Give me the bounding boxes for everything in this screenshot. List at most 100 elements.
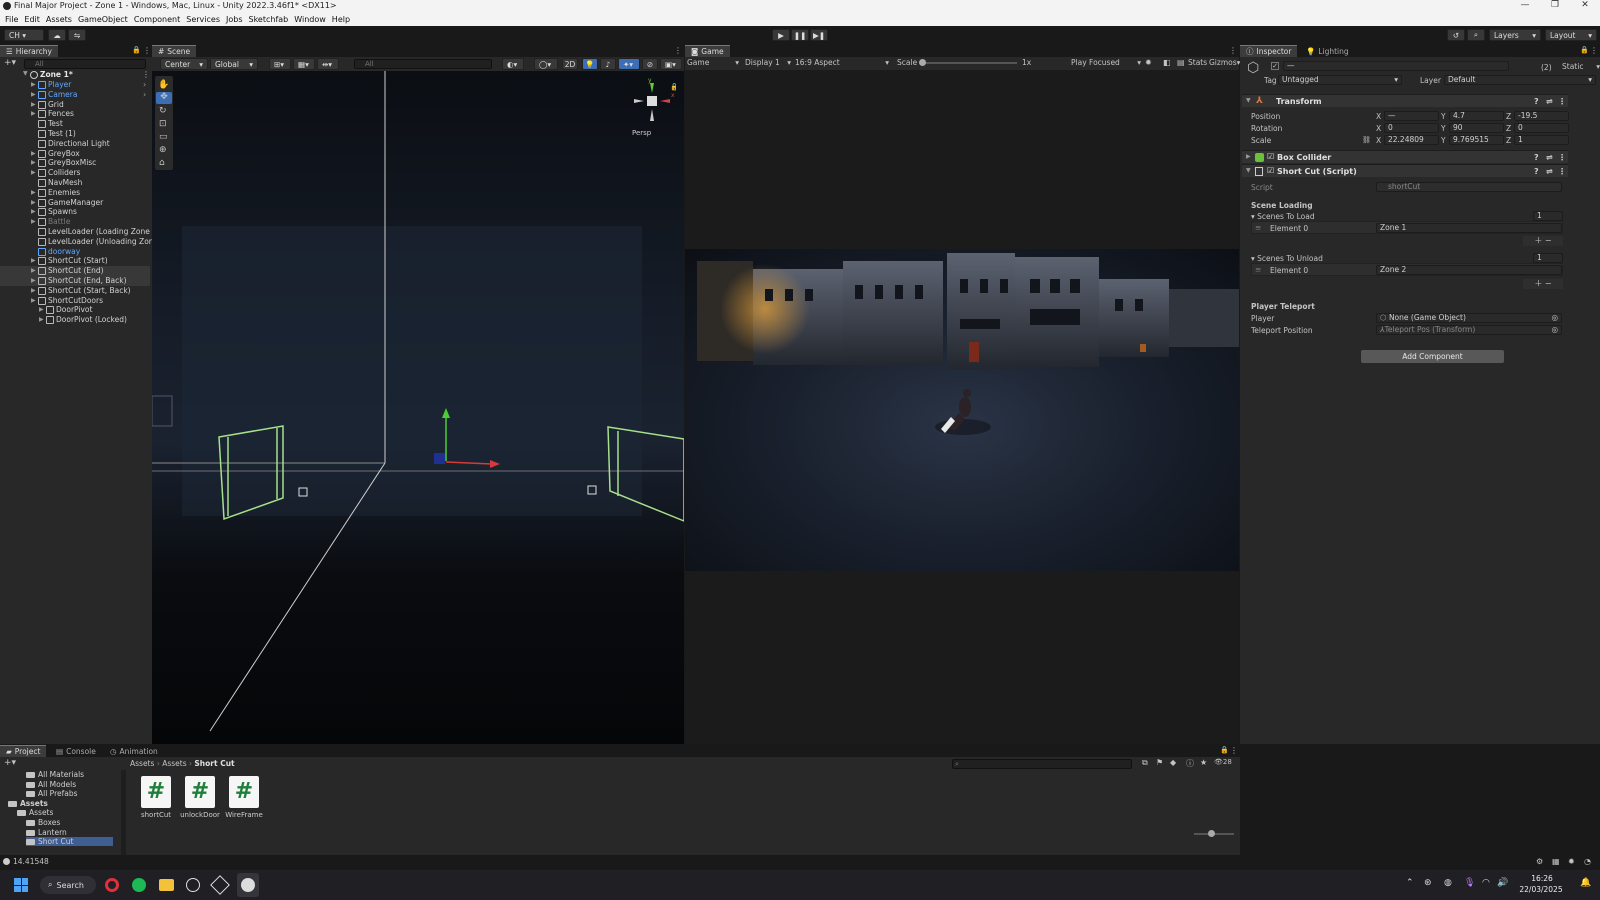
axis-label-y[interactable]: Y xyxy=(1441,136,1446,145)
game-kebab-icon[interactable]: ⋮ xyxy=(1229,46,1237,55)
expand-arrow-icon[interactable]: ▶ xyxy=(31,100,36,110)
script-asset-shortcut[interactable]: # xyxy=(141,776,171,808)
layout-dropdown[interactable]: Layout ▾ xyxy=(1545,29,1597,41)
player-object-field[interactable]: ⬡ None (Game Object) ◎ xyxy=(1376,313,1562,323)
menu-file[interactable]: File xyxy=(5,15,18,24)
lock-icon[interactable]: 🔒 xyxy=(132,46,141,54)
move-tool-icon[interactable]: ✥ xyxy=(156,92,172,104)
remove-element-button[interactable]: − xyxy=(1545,279,1552,288)
scale-z-input[interactable]: 1 xyxy=(1514,135,1569,145)
component-kebab-icon[interactable]: ⋮ xyxy=(1558,167,1566,176)
create-asset-icon[interactable]: +▾ xyxy=(4,758,16,768)
favorite-icon[interactable]: ★ xyxy=(1200,758,1207,767)
menu-window[interactable]: Window xyxy=(294,15,326,24)
scenes-to-unload-count[interactable]: 1 xyxy=(1533,253,1563,263)
tab-game[interactable]: ◙ Game xyxy=(685,45,730,57)
grid-snap-icon[interactable]: ⊞▾ xyxy=(269,58,291,70)
expand-arrow-icon[interactable]: ▶ xyxy=(31,149,36,159)
expand-arrow-icon[interactable]: ▶ xyxy=(31,109,36,119)
progress-icon[interactable]: ⚙ xyxy=(1536,857,1543,866)
play-button[interactable]: ▶ xyxy=(772,29,790,41)
script-asset-unlockdoor[interactable]: # xyxy=(185,776,215,808)
hierarchy-item[interactable]: ▶ Spawns xyxy=(0,207,150,217)
windows-start-icon[interactable] xyxy=(14,878,28,892)
axis-label-y[interactable]: Y xyxy=(1441,124,1446,133)
hierarchy-item[interactable]: LevelLoader (Unloading Zone 2) xyxy=(0,237,168,247)
load-element-input[interactable]: Zone 1 xyxy=(1376,223,1562,233)
hierarchy-item[interactable]: ▶ ShortCutDoors xyxy=(0,296,150,306)
hierarchy-item[interactable]: ▶ ShortCut (End) xyxy=(0,266,150,277)
tab-animation[interactable]: ◷ Animation xyxy=(104,745,164,757)
preset-icon[interactable]: ⇌ xyxy=(1546,153,1553,162)
preset-icon[interactable]: ⇌ xyxy=(1546,97,1553,106)
rect-tool-icon[interactable]: ▭ xyxy=(159,132,168,142)
add-icon[interactable]: +▾ xyxy=(4,58,16,68)
search-icon[interactable]: ⌕ xyxy=(1467,29,1485,41)
space-dropdown[interactable]: Global ▾ xyxy=(210,58,258,70)
hierarchy-item[interactable]: ▶ Enemies xyxy=(0,188,150,198)
hierarchy-item[interactable]: ▶ GameManager xyxy=(0,198,150,208)
game-viewport[interactable] xyxy=(685,249,1239,571)
bug-icon[interactable]: ✹ xyxy=(1145,58,1152,67)
axis-label-y[interactable]: Y xyxy=(1441,112,1446,121)
axis-label-x[interactable]: X xyxy=(1376,124,1381,133)
aspect-dropdown[interactable]: 16:9 Aspect ▾ xyxy=(795,58,889,67)
hierarchy-item[interactable]: Directional Light xyxy=(0,139,150,149)
expand-arrow-icon[interactable]: ▼ xyxy=(1246,167,1251,174)
expand-arrow-icon[interactable]: ▶ xyxy=(31,188,36,198)
project-tree-item[interactable]: Boxes xyxy=(26,818,60,827)
active-checkbox[interactable]: ✓ xyxy=(1271,62,1279,70)
draw-mode-icon[interactable]: ◐▾ xyxy=(502,58,524,70)
project-search-input[interactable]: ⌕ xyxy=(952,759,1132,769)
project-kebab-icon[interactable]: ⋮ xyxy=(1230,746,1238,755)
filter-tag-icon[interactable]: ◆ xyxy=(1170,758,1176,767)
scenes-to-unload-foldout[interactable]: ▾ Scenes To Unload xyxy=(1251,254,1323,263)
expand-arrow-icon[interactable]: ▶ xyxy=(31,286,36,296)
expand-arrow-icon[interactable]: ▶ xyxy=(31,256,36,266)
hierarchy-item[interactable]: ▶ Grid xyxy=(0,100,150,110)
menu-help[interactable]: Help xyxy=(332,15,350,24)
scale-tool-icon[interactable]: ⊡ xyxy=(159,119,167,129)
breadcrumb-short-cut[interactable]: Short Cut xyxy=(194,759,234,768)
rotate-tool-icon[interactable]: ↻ xyxy=(159,106,167,116)
tab-project[interactable]: ▰ Project xyxy=(0,745,47,757)
unity-hub-icon[interactable] xyxy=(186,878,200,892)
scene-root-row[interactable]: ▼ Zone 1* ⋮ xyxy=(0,70,152,80)
project-tree-item[interactable]: Short Cut xyxy=(26,837,114,847)
object-picker-icon[interactable]: ◎ xyxy=(1551,326,1558,334)
menu-jobs[interactable]: Jobs xyxy=(226,15,243,24)
breadcrumb-assets-root[interactable]: Assets xyxy=(130,759,154,768)
effects-icon[interactable]: ✦▾ xyxy=(618,58,640,70)
hierarchy-item[interactable]: ▶ GreyBox xyxy=(0,149,150,159)
layer-dropdown[interactable]: Default ▾ xyxy=(1444,75,1596,85)
tab-scene[interactable]: # Scene xyxy=(152,45,197,57)
display-dropdown[interactable]: Display 1 ▾ xyxy=(745,58,791,67)
hierarchy-item[interactable]: Test xyxy=(0,119,150,129)
transform-tool-icon[interactable]: ⊕ xyxy=(159,145,167,155)
collab-icon[interactable]: ⇋ xyxy=(68,29,86,41)
axis-label-z[interactable]: Z xyxy=(1506,124,1511,133)
notifications-icon[interactable]: ◔ xyxy=(1584,857,1591,866)
drag-handle-icon[interactable]: ≡ xyxy=(1255,223,1261,232)
axis-label-z[interactable]: Z xyxy=(1506,136,1511,145)
rotation-y-input[interactable]: 90 xyxy=(1449,123,1504,133)
opera-icon[interactable] xyxy=(105,878,119,892)
hand-tool-icon[interactable]: ✋ xyxy=(158,80,169,90)
hierarchy-item[interactable]: Test (1) xyxy=(0,129,150,139)
scale-y-input[interactable]: 9.769515 xyxy=(1449,135,1504,145)
scenes-to-load-count[interactable]: 1 xyxy=(1533,211,1563,221)
microphone-icon[interactable]: 🎙 xyxy=(1464,878,1475,888)
play-mode-dropdown[interactable]: Play Focused ▾ xyxy=(1071,58,1141,67)
static-dropdown[interactable]: Static ▾ xyxy=(1562,62,1600,71)
pivot-dropdown[interactable]: Center ▾ xyxy=(160,58,208,70)
preset-icon[interactable]: ⇌ xyxy=(1546,167,1553,176)
kebab-menu-icon[interactable]: ⋮ xyxy=(143,46,151,55)
hierarchy-item[interactable]: doorway xyxy=(0,247,150,257)
status-message[interactable]: 14.41548 xyxy=(13,857,49,866)
wifi-icon[interactable]: ◠ xyxy=(1482,878,1490,888)
pause-button[interactable]: ❚❚ xyxy=(791,29,809,41)
gameobject-name-input[interactable]: — xyxy=(1283,61,1509,71)
notification-bell-icon[interactable]: 🔔 xyxy=(1580,878,1591,888)
tray-app-icon[interactable]: ⊛ xyxy=(1424,878,1432,888)
history-icon[interactable]: ↺ xyxy=(1447,29,1465,41)
